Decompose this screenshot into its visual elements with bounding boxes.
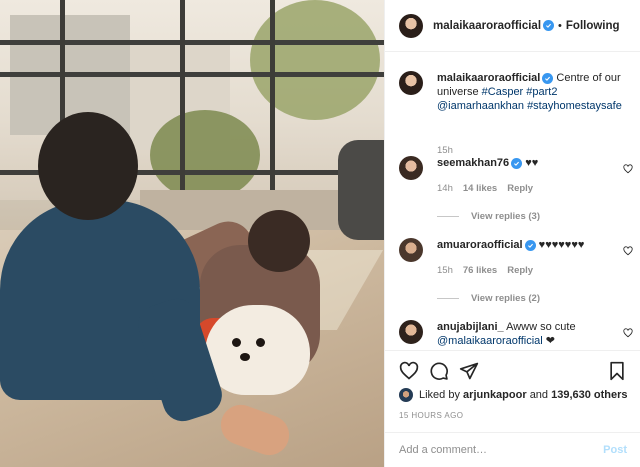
verified-badge-icon	[511, 158, 523, 169]
caption-time[interactable]: 15h	[437, 145, 453, 156]
comment-item: seemakhan76 ♥♥ 14h 14 likes Reply View r…	[399, 156, 635, 226]
hashtag-link[interactable]: #part2	[526, 86, 557, 98]
caption-username[interactable]: malaikaaroraofficial	[437, 72, 540, 84]
comment-text: seemakhan76 ♥♥	[437, 156, 615, 170]
reply-button[interactable]: Reply	[507, 183, 533, 194]
comment-time[interactable]: 15h	[437, 265, 453, 276]
avatar[interactable]	[399, 156, 423, 180]
replies-divider	[437, 298, 459, 299]
avatar[interactable]	[399, 238, 423, 262]
post-action-bar	[385, 350, 640, 386]
liked-by-summary: Liked by arjunkapoor and 139,630 others	[399, 386, 628, 404]
caption-meta: 15h	[437, 145, 453, 156]
verified-badge-icon	[543, 20, 555, 31]
view-replies-label: View replies (2)	[471, 293, 540, 304]
liked-by-others[interactable]: 139,630 others	[551, 389, 627, 401]
photo-person-leg	[338, 140, 384, 240]
avatar[interactable]	[399, 320, 423, 344]
photo-girl-head	[248, 210, 310, 272]
post-side-panel: malaikaaroraofficial • Following malaika…	[384, 0, 640, 467]
liked-by-joiner: and	[529, 389, 549, 401]
liked-by-prefix: Liked by	[419, 389, 460, 401]
photo-railing	[0, 72, 384, 77]
replies-divider	[437, 216, 459, 217]
header-username[interactable]: malaikaaroraofficial	[433, 20, 541, 32]
comment-username[interactable]: amuaroraofficial	[437, 239, 523, 251]
hashtag-link[interactable]: #Casper	[482, 86, 524, 98]
save-bookmark-icon[interactable]	[607, 361, 627, 381]
view-replies-button[interactable]: View replies (3)	[437, 211, 540, 222]
following-button[interactable]: Following	[566, 20, 620, 32]
comment-username[interactable]: anujabijlani_	[437, 321, 504, 333]
comment-text: amuaroraofficial ♥♥♥♥♥♥♥	[437, 238, 615, 252]
photo-dog	[205, 305, 310, 395]
post-timestamp[interactable]: 15 HOURS AGO	[399, 411, 463, 420]
comment-body: ♥♥	[525, 157, 539, 169]
photo-tree	[150, 110, 260, 200]
liked-by-user[interactable]: arjunkapoor	[463, 389, 527, 401]
comment-time[interactable]: 14h	[437, 183, 453, 194]
comment-item: amuaroraofficial ♥♥♥♥♥♥♥ 15h 76 likes Re…	[399, 238, 635, 308]
verified-badge-icon	[542, 73, 554, 84]
view-replies-label: View replies (3)	[471, 211, 540, 222]
mention-link[interactable]: @iamarhaankhan	[437, 100, 524, 112]
post-photo[interactable]	[0, 0, 384, 467]
comment-meta: 14h 14 likes Reply	[437, 183, 533, 194]
photo-railing	[0, 40, 384, 45]
comment-bubble-icon[interactable]	[429, 361, 449, 381]
reply-button[interactable]: Reply	[507, 265, 533, 276]
photo-dog-eye	[232, 338, 241, 347]
comment-meta: 15h 76 likes Reply	[437, 265, 533, 276]
photo-man-head	[38, 112, 138, 220]
comment-body: ♥♥♥♥♥♥♥	[538, 239, 585, 251]
avatar[interactable]	[399, 13, 423, 38]
avatar[interactable]	[399, 388, 413, 402]
like-comment-heart-icon[interactable]	[623, 328, 633, 338]
comment-emoji: ❤	[545, 335, 556, 347]
photo-railing-post	[270, 0, 275, 210]
add-comment-input[interactable]	[399, 444, 604, 456]
hashtag-link[interactable]: #stayhomestaysafe	[527, 100, 622, 112]
post-header: malaikaaroraofficial • Following	[385, 0, 640, 52]
comments-list[interactable]: malaikaaroraofficial Centre of our unive…	[385, 53, 640, 350]
view-replies-button[interactable]: View replies (2)	[437, 293, 540, 304]
photo-dog-nose	[240, 353, 250, 361]
comment-likes[interactable]: 14 likes	[463, 183, 497, 194]
comment-likes[interactable]: 76 likes	[463, 265, 497, 276]
verified-badge-icon	[524, 240, 536, 251]
header-separator: •	[558, 19, 562, 32]
share-paper-plane-icon[interactable]	[459, 361, 479, 381]
comment-username[interactable]: seemakhan76	[437, 157, 509, 169]
comment-text: anujabijlani_ Awww so cute @malaikaarora…	[437, 320, 615, 348]
post-caption: malaikaaroraofficial Centre of our unive…	[399, 71, 635, 161]
post-comment-button[interactable]: Post	[603, 444, 627, 456]
mention-link[interactable]: @malaikaaroraofficial	[437, 335, 543, 347]
avatar[interactable]	[399, 71, 423, 95]
like-comment-heart-icon[interactable]	[623, 164, 633, 174]
like-heart-icon[interactable]	[399, 361, 419, 381]
like-comment-heart-icon[interactable]	[623, 246, 633, 256]
caption-text: malaikaaroraofficial Centre of our unive…	[437, 71, 637, 113]
add-comment-bar: Post	[385, 432, 640, 467]
comment-item: anujabijlani_ Awww so cute @malaikaarora…	[399, 320, 635, 350]
photo-railing-post	[180, 0, 185, 210]
comment-body: Awww so cute	[506, 321, 576, 333]
photo-dog-eye	[256, 338, 265, 347]
